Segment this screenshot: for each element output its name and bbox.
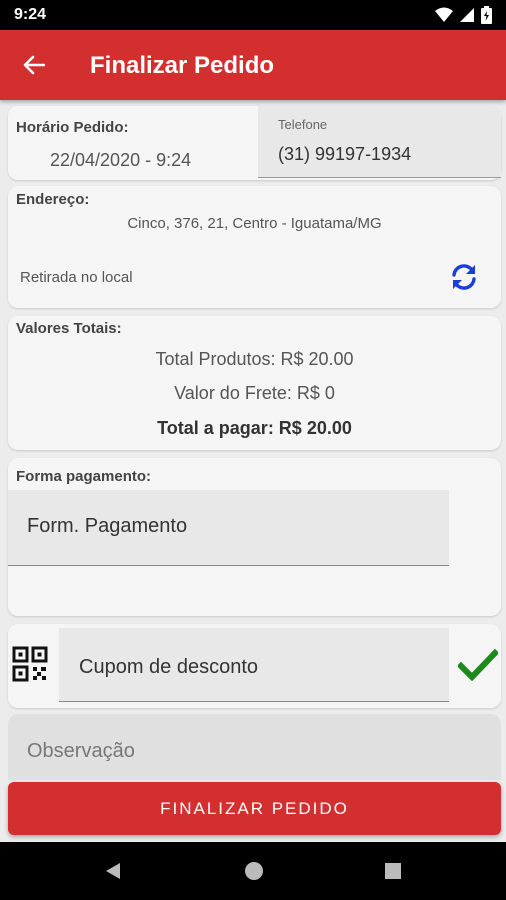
arrow-left-icon	[23, 55, 45, 75]
wifi-icon	[435, 7, 453, 22]
total-products: Total Produtos: R$ 20.00	[155, 349, 354, 369]
shipping-value: Valor do Frete: R$ 0	[174, 383, 335, 403]
phone-field[interactable]: Telefone (31) 99197-1934	[258, 106, 501, 178]
coupon-placeholder: Cupom de desconto	[79, 656, 259, 678]
observation-input[interactable]: Observação	[8, 714, 501, 780]
nav-recents-icon	[385, 863, 401, 879]
battery-icon	[481, 6, 492, 24]
observation-placeholder: Observação	[27, 740, 135, 762]
address-value: Cinco, 376, 21, Centro - Iguatama/MG	[127, 215, 382, 232]
check-icon	[458, 649, 498, 681]
status-bar: 9:24	[0, 0, 506, 30]
coupon-input[interactable]: Cupom de desconto	[59, 628, 449, 702]
back-button[interactable]	[16, 48, 52, 82]
finalize-order-button[interactable]: FINALIZAR PEDIDO	[8, 782, 501, 835]
order-info-card: Horário Pedido: 22/04/2020 - 9:24 Telefo…	[8, 106, 501, 180]
nav-back-button[interactable]	[98, 856, 128, 886]
navigation-bar	[0, 842, 506, 900]
phone-label: Telefone	[278, 117, 328, 132]
nav-home-button[interactable]	[239, 856, 269, 886]
address-card: Endereço: Cinco, 376, 21, Centro - Iguat…	[8, 186, 501, 308]
nav-recents-button[interactable]	[378, 856, 408, 886]
totals-label: Valores Totais:	[16, 320, 122, 337]
phone-value: (31) 99197-1934	[278, 144, 412, 164]
totals-card: Valores Totais: Total Produtos: R$ 20.00…	[8, 316, 501, 450]
payment-method-select[interactable]: Form. Pagamento	[8, 490, 449, 566]
status-icons	[435, 6, 492, 24]
signal-icon	[460, 8, 474, 22]
app-bar: Finalizar Pedido	[0, 30, 506, 100]
address-label: Endereço:	[16, 191, 90, 208]
coupon-card: Cupom de desconto	[8, 624, 501, 708]
refresh-button[interactable]	[447, 260, 481, 294]
nav-home-icon	[245, 862, 263, 880]
refresh-icon	[452, 264, 476, 290]
status-time: 9:24	[14, 6, 47, 23]
apply-coupon-button[interactable]	[457, 646, 499, 684]
nav-back-icon	[106, 863, 120, 879]
page-title: Finalizar Pedido	[90, 52, 275, 79]
pickup-text: Retirada no local	[20, 269, 133, 286]
total-to-pay: Total a pagar: R$ 20.00	[157, 418, 352, 438]
payment-card: Forma pagamento: Form. Pagamento	[8, 458, 501, 616]
order-time-value: 22/04/2020 - 9:24	[50, 150, 192, 170]
payment-label: Forma pagamento:	[16, 468, 152, 485]
order-time-section: Horário Pedido: 22/04/2020 - 9:24	[8, 106, 258, 180]
order-time-label: Horário Pedido:	[16, 119, 129, 136]
payment-method-value: Form. Pagamento	[27, 515, 188, 537]
qr-scan-button[interactable]	[12, 646, 48, 682]
qr-code-icon	[12, 646, 48, 682]
